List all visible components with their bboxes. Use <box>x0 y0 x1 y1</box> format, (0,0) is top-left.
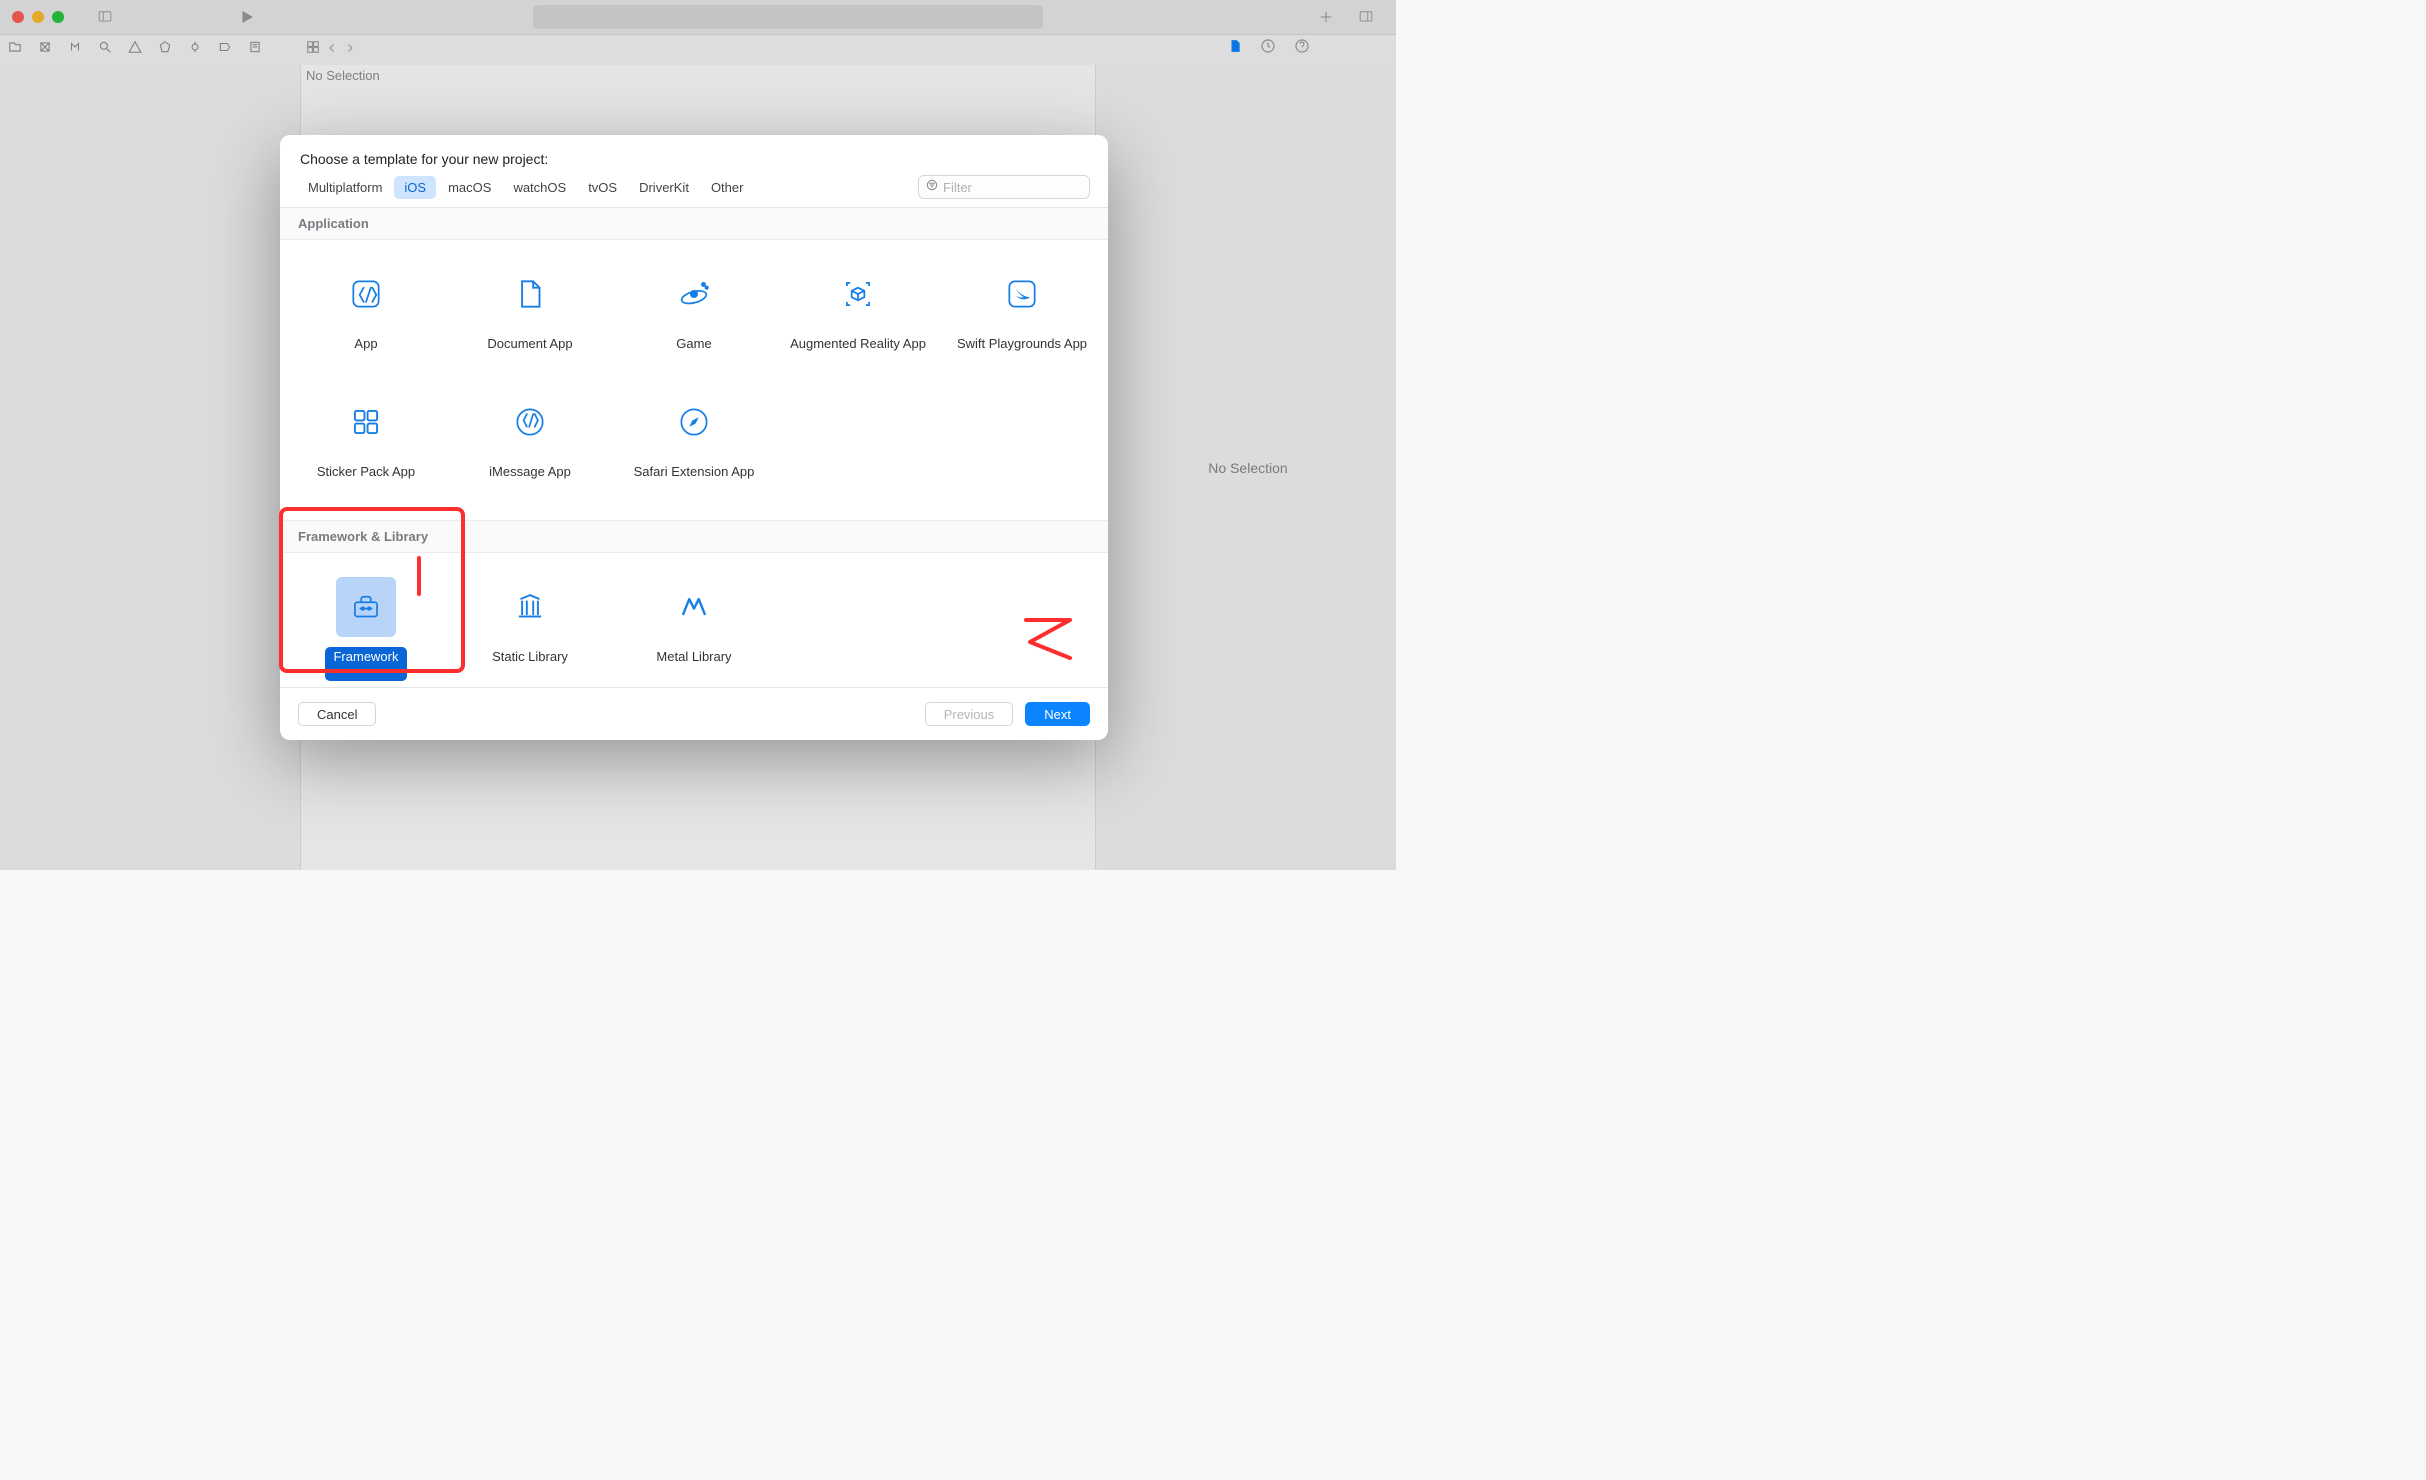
template-metal-library[interactable]: Metal Library <box>612 565 776 687</box>
app-icon <box>336 264 396 324</box>
template-framework[interactable]: Framework <box>284 565 448 687</box>
template-augmented-reality-app[interactable]: Augmented Reality App <box>776 252 940 380</box>
sheet-footer: Cancel Previous Next <box>280 687 1108 740</box>
tab-ios[interactable]: iOS <box>394 176 436 199</box>
filter-input[interactable] <box>943 180 1083 195</box>
sticker-pack-icon <box>336 392 396 452</box>
sheet-title: Choose a template for your new project: <box>280 135 1108 175</box>
template-metal-library-label: Metal Library <box>648 647 739 681</box>
static-library-icon <box>500 577 560 637</box>
swift-playgrounds-icon <box>992 264 1052 324</box>
template-imessage-app[interactable]: iMessage App <box>448 380 612 508</box>
template-safari-ext-label: Safari Extension App <box>626 462 763 496</box>
platform-tabs: Multiplatform iOS macOS watchOS tvOS Dri… <box>280 175 1108 208</box>
template-game-label: Game <box>668 334 719 368</box>
document-icon <box>500 264 560 324</box>
template-framework-label: Framework <box>325 647 406 681</box>
tab-driverkit[interactable]: DriverKit <box>629 176 699 199</box>
template-sticker-pack-app[interactable]: Sticker Pack App <box>284 380 448 508</box>
filter-icon <box>925 178 939 197</box>
filter-field[interactable] <box>918 175 1090 199</box>
template-static-library[interactable]: Static Library <box>448 565 612 687</box>
safari-icon <box>664 392 724 452</box>
tab-tvos[interactable]: tvOS <box>578 176 627 199</box>
template-app[interactable]: App <box>284 252 448 380</box>
template-app-label: App <box>346 334 385 368</box>
imessage-icon <box>500 392 560 452</box>
section-header-framework: Framework & Library <box>280 521 1108 553</box>
template-imessage-label: iMessage App <box>481 462 579 496</box>
next-button[interactable]: Next <box>1025 702 1090 726</box>
template-document-app[interactable]: Document App <box>448 252 612 380</box>
tab-watchos[interactable]: watchOS <box>503 176 576 199</box>
metal-library-icon <box>664 577 724 637</box>
template-safari-extension-app[interactable]: Safari Extension App <box>612 380 776 508</box>
template-document-app-label: Document App <box>479 334 580 368</box>
template-swift-playgrounds-app[interactable]: Swift Playgrounds App <box>940 252 1104 380</box>
template-sticker-label: Sticker Pack App <box>309 462 423 496</box>
game-icon <box>664 264 724 324</box>
section-header-application: Application <box>280 208 1108 240</box>
tab-other[interactable]: Other <box>701 176 754 199</box>
template-ar-label: Augmented Reality App <box>782 334 934 368</box>
previous-button[interactable]: Previous <box>925 702 1014 726</box>
framework-icon <box>336 577 396 637</box>
template-scroll-area[interactable]: Application App Document App Game <box>280 208 1108 687</box>
template-game[interactable]: Game <box>612 252 776 380</box>
tab-multiplatform[interactable]: Multiplatform <box>298 176 392 199</box>
tab-macos[interactable]: macOS <box>438 176 501 199</box>
application-grid: App Document App Game Augmented Reality … <box>280 240 1108 521</box>
cancel-button[interactable]: Cancel <box>298 702 376 726</box>
ar-icon <box>828 264 888 324</box>
template-static-library-label: Static Library <box>484 647 576 681</box>
framework-grid: Framework Static Library Metal Library <box>280 553 1108 687</box>
template-swift-pg-label: Swift Playgrounds App <box>949 334 1095 368</box>
new-project-template-sheet: Choose a template for your new project: … <box>280 135 1108 740</box>
